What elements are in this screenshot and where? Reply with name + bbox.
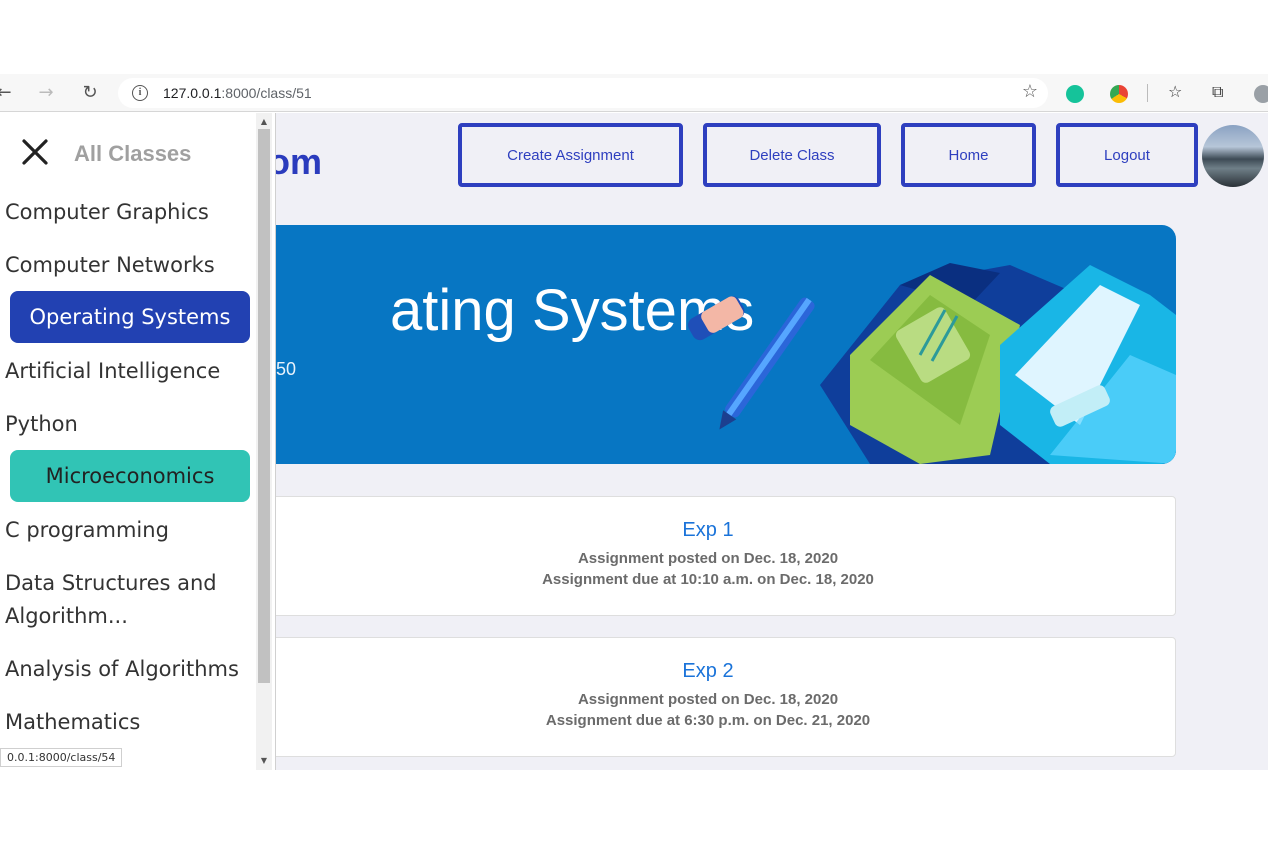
assignment-posted-date: Assignment posted on Dec. 18, 2020 <box>577 550 839 567</box>
backpack-illustration <box>688 263 1176 464</box>
sidebar-item-mathematics[interactable]: Mathematics <box>5 706 251 739</box>
assignment-title-link[interactable]: Exp 1 <box>241 519 1175 542</box>
sidebar-item-computer-networks[interactable]: Computer Networks <box>5 249 251 282</box>
scrollbar-thumb[interactable] <box>258 129 270 683</box>
link-preview-statusbar: 0.0.1:8000/class/54 <box>0 748 123 767</box>
sidebar-item-computer-graphics[interactable]: Computer Graphics <box>5 196 251 229</box>
reload-icon[interactable]: ↻ <box>78 81 102 105</box>
grammarly-extension-icon[interactable] <box>1066 85 1084 103</box>
sidebar-item-c-programming[interactable]: C programming <box>5 514 251 547</box>
brand-logo-text[interactable]: om <box>268 141 322 183</box>
class-banner: ating Systems 50 <box>240 225 1176 464</box>
sidebar-item-operating-systems[interactable]: Operating Systems <box>10 291 250 343</box>
back-icon[interactable]: ← <box>0 81 16 105</box>
sidebar-item-python[interactable]: Python <box>5 408 251 441</box>
sidebar-item-artificial-intelligence[interactable]: Artificial Intelligence <box>5 355 251 388</box>
info-icon[interactable]: i <box>132 85 148 101</box>
sidebar-title: All Classes <box>74 141 192 166</box>
collections-icon[interactable]: ⧉ <box>1212 82 1223 102</box>
assignment-posted-date: Assignment posted on Dec. 18, 2020 <box>577 691 839 708</box>
sidebar-scrollbar[interactable]: ▲ ▼ <box>256 113 272 770</box>
profile-icon[interactable] <box>1254 85 1268 103</box>
assignment-title-link[interactable]: Exp 2 <box>241 660 1175 683</box>
avatar[interactable] <box>1202 125 1264 187</box>
bookmark-star-icon[interactable]: ☆ <box>1022 81 1038 102</box>
browser-toolbar: ← → ↻ i 127.0.0.1:8000/class/51 ☆ ☆ ⧉ <box>0 74 1268 112</box>
address-bar[interactable]: i 127.0.0.1:8000/class/51 ☆ <box>118 78 1048 108</box>
assignment-card: Exp 2 Assignment posted on Dec. 18, 2020… <box>240 637 1176 757</box>
assignment-due-date: Assignment due at 10:10 a.m. on Dec. 18,… <box>542 571 874 588</box>
class-subtitle: 50 <box>276 359 297 379</box>
logout-button[interactable]: Logout <box>1056 123 1198 187</box>
address-bar-url[interactable]: 127.0.0.1:8000/class/51 <box>163 85 312 101</box>
toolbar-divider <box>1147 84 1148 102</box>
scroll-up-arrow-icon[interactable]: ▲ <box>259 117 269 126</box>
home-button[interactable]: Home <box>901 123 1036 187</box>
sidebar-item-analysis-of-algorithms[interactable]: Analysis of Algorithms <box>5 653 251 686</box>
chrome-extension-icon[interactable] <box>1110 85 1128 103</box>
delete-class-button[interactable]: Delete Class <box>703 123 881 187</box>
forward-icon[interactable]: → <box>34 81 58 105</box>
create-assignment-button[interactable]: Create Assignment <box>458 123 683 187</box>
favorites-icon[interactable]: ☆ <box>1168 82 1182 101</box>
sidebar-item-data-structures[interactable]: Data Structures and Algorithm... <box>5 567 251 633</box>
all-classes-sidebar: All Classes Computer Graphics Computer N… <box>0 113 276 770</box>
scroll-down-arrow-icon[interactable]: ▼ <box>259 756 269 765</box>
close-icon[interactable] <box>20 137 50 167</box>
sidebar-item-microeconomics[interactable]: Microeconomics <box>10 450 250 502</box>
assignment-due-date: Assignment due at 6:30 p.m. on Dec. 21, … <box>545 712 871 729</box>
assignment-card: Exp 1 Assignment posted on Dec. 18, 2020… <box>240 496 1176 616</box>
